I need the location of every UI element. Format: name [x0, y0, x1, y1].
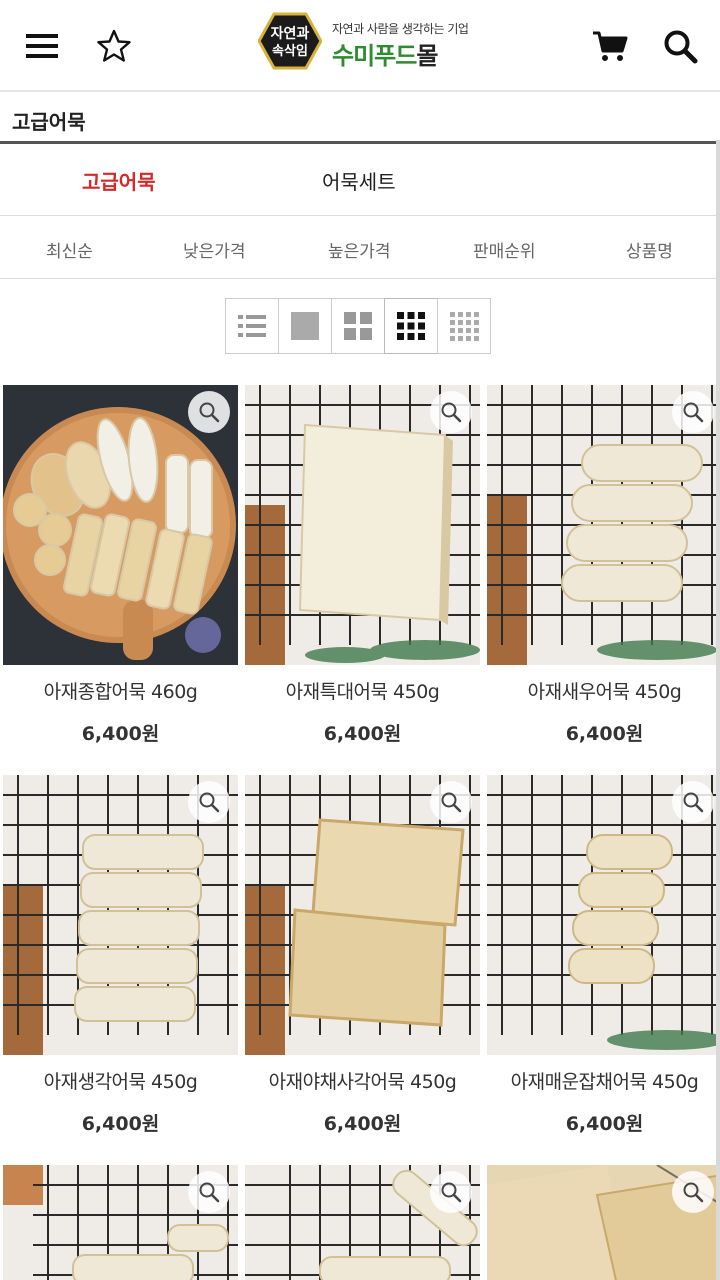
product-name[interactable]: 아재종합어묵 460g	[3, 677, 238, 704]
sort-high-price[interactable]: 높은가격	[328, 237, 391, 262]
four-column-grid-icon[interactable]	[437, 298, 491, 354]
product-image[interactable]	[3, 385, 238, 665]
sort-product-name[interactable]: 상품명	[626, 237, 673, 262]
sort-newest[interactable]: 최신순	[46, 237, 93, 262]
two-column-grid-icon[interactable]	[331, 298, 385, 354]
hamburger-menu-icon[interactable]	[22, 26, 62, 66]
brand-logo[interactable]: 자연과 속삭임 자연과 사람을 생각하는 기업 수미푸드몰	[257, 10, 478, 74]
zoom-icon[interactable]	[430, 781, 472, 823]
tab-fishcake-set[interactable]: 어묵세트	[322, 166, 396, 195]
product-image[interactable]	[3, 1165, 238, 1280]
product-image[interactable]	[245, 385, 480, 665]
top-header: 자연과 속삭임 자연과 사람을 생각하는 기업 수미푸드몰	[0, 0, 720, 92]
product-name[interactable]: 아재야채사각어묵 450g	[245, 1067, 480, 1094]
logo-name-green: 수미푸드	[332, 42, 417, 70]
zoom-icon[interactable]	[188, 1171, 230, 1213]
sort-low-price[interactable]: 낮은가격	[183, 237, 246, 262]
sort-options: 최신순 낮은가격 높은가격 판매순위 상품명	[0, 217, 720, 279]
zoom-icon[interactable]	[430, 1171, 472, 1213]
product-name[interactable]: 아재매운잡채어묵 450g	[487, 1067, 720, 1094]
zoom-icon[interactable]	[672, 781, 714, 823]
category-title-bar: 고급어묵	[0, 94, 720, 144]
category-tabs: 고급어묵 어묵세트	[0, 146, 720, 216]
single-grid-icon[interactable]	[278, 298, 332, 354]
tab-premium-fishcake[interactable]: 고급어묵	[82, 166, 156, 195]
cart-icon[interactable]	[590, 26, 630, 66]
view-mode-switcher	[225, 298, 491, 354]
product-image[interactable]	[245, 775, 480, 1055]
zoom-icon[interactable]	[430, 391, 472, 433]
page-scrollbar[interactable]	[716, 140, 720, 1280]
star-outline-icon[interactable]	[94, 26, 134, 66]
product-price: 6,400원	[565, 1113, 644, 1135]
product-name[interactable]: 아재특대어묵 450g	[245, 677, 480, 704]
product-image[interactable]	[3, 775, 238, 1055]
product-price: 6,400원	[81, 723, 160, 745]
zoom-icon[interactable]	[672, 1171, 714, 1213]
zoom-icon[interactable]	[188, 391, 230, 433]
svg-text:자연과: 자연과	[271, 26, 310, 42]
product-image[interactable]	[487, 775, 720, 1055]
sort-sales-rank[interactable]: 판매순위	[473, 237, 536, 262]
logo-name: 수미푸드몰	[332, 36, 438, 71]
search-icon[interactable]	[660, 26, 700, 66]
logo-badge-icon: 자연과 속삭임	[257, 12, 323, 70]
zoom-icon[interactable]	[672, 391, 714, 433]
product-name[interactable]: 아재새우어묵 450g	[487, 677, 720, 704]
list-view-icon[interactable]	[225, 298, 279, 354]
product-price: 6,400원	[565, 723, 644, 745]
product-price: 6,400원	[323, 723, 402, 745]
product-image[interactable]	[245, 1165, 480, 1280]
logo-name-dark: 몰	[416, 42, 438, 70]
product-price: 6,400원	[323, 1113, 402, 1135]
product-price: 6,400원	[81, 1113, 160, 1135]
product-name[interactable]: 아재생각어묵 450g	[3, 1067, 238, 1094]
zoom-icon[interactable]	[188, 781, 230, 823]
logo-tagline: 자연과 사람을 생각하는 기업	[332, 22, 469, 36]
three-column-grid-icon[interactable]	[384, 298, 438, 354]
svg-text:속삭임: 속삭임	[272, 44, 308, 59]
product-image[interactable]	[487, 1165, 720, 1280]
product-image[interactable]	[487, 385, 720, 665]
category-title: 고급어묵	[12, 110, 86, 134]
